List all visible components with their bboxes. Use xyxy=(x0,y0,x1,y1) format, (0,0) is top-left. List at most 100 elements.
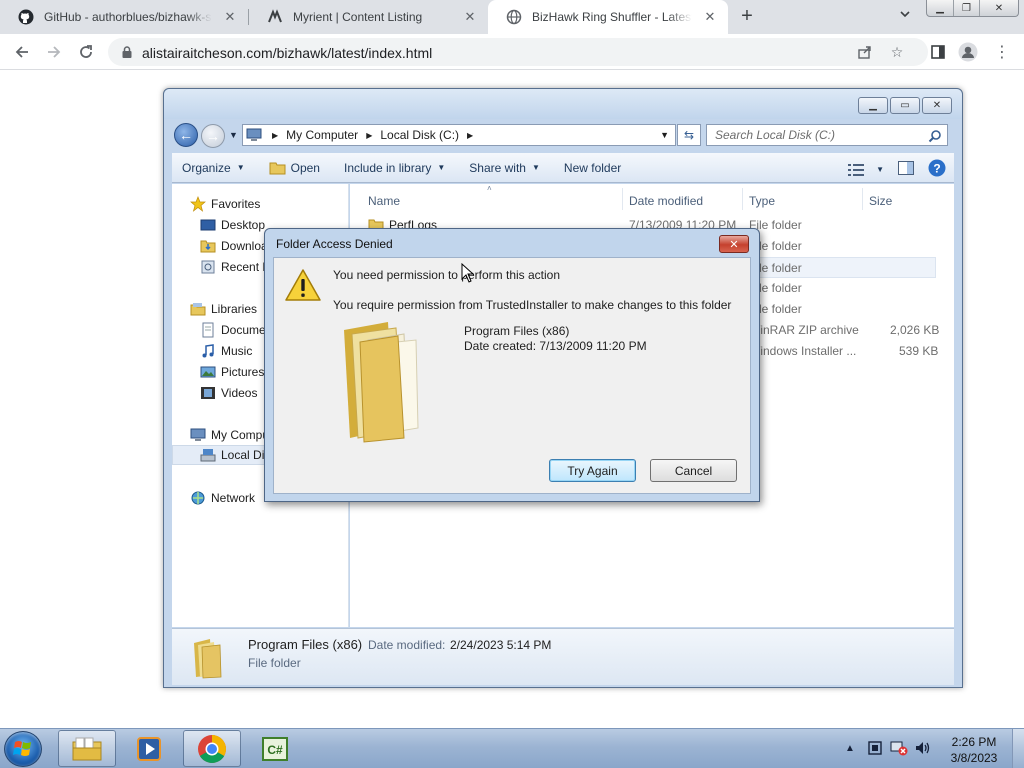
star-icon xyxy=(190,196,206,212)
side-panel-icon[interactable] xyxy=(928,42,948,62)
nav-recent-places[interactable]: Recent Places xyxy=(200,257,266,277)
tab-strip: GitHub - authorblues/bizhawk-shuffler-2 … xyxy=(0,0,1024,34)
globe-icon xyxy=(506,9,522,25)
explorer-titlebar: ▁ ▭ ✕ xyxy=(164,89,962,119)
share-icon[interactable] xyxy=(857,44,873,60)
sort-ascending-icon: ˄ xyxy=(487,184,492,193)
recent-pages-chevron-icon[interactable]: ▼ xyxy=(229,130,238,140)
taskbar: C# ▲ 2:26 PM 3/8/2023 xyxy=(0,728,1024,768)
column-size[interactable]: Size xyxy=(869,190,892,212)
new-folder-button[interactable]: New folder xyxy=(564,161,621,175)
column-type[interactable]: Type xyxy=(749,190,775,212)
close-tab-icon[interactable]: ✕ xyxy=(220,7,240,27)
nav-pictures[interactable]: Pictures xyxy=(200,362,266,382)
network-disconnected-icon[interactable] xyxy=(890,737,908,759)
lock-icon[interactable] xyxy=(120,45,134,59)
computer-icon xyxy=(190,427,206,443)
taskbar-csharp-app[interactable]: C# xyxy=(246,730,304,767)
organize-button[interactable]: Organize ▼ xyxy=(182,161,245,175)
music-icon xyxy=(200,343,216,359)
libraries-icon xyxy=(190,301,206,317)
include-in-library-button[interactable]: Include in library ▼ xyxy=(344,161,445,175)
refresh-icon[interactable]: ⇆ xyxy=(677,124,701,146)
svg-text:C#: C# xyxy=(267,743,283,757)
search-icon[interactable] xyxy=(928,129,942,143)
reload-icon[interactable] xyxy=(76,42,96,62)
view-options-icon[interactable]: ▼ xyxy=(848,163,884,176)
help-icon[interactable]: ? xyxy=(928,159,946,180)
volume-icon[interactable] xyxy=(914,737,932,759)
action-center-flag-icon[interactable] xyxy=(866,737,884,759)
address-bar[interactable]: alistairaitcheson.com/bizhawk/latest/ind… xyxy=(108,38,928,66)
media-player-icon xyxy=(137,736,161,761)
nav-network[interactable]: Network xyxy=(190,488,255,508)
forward-button-icon[interactable]: → xyxy=(201,124,225,148)
explorer-close-icon[interactable]: ✕ xyxy=(922,97,952,114)
menu-dots-icon[interactable]: ⋮ xyxy=(992,42,1012,62)
column-date-modified[interactable]: Date modified xyxy=(629,190,703,212)
taskbar-media-player[interactable] xyxy=(120,730,178,767)
nav-videos[interactable]: Videos xyxy=(200,383,266,403)
breadcrumb-my-computer[interactable]: My Computer xyxy=(286,128,358,142)
nav-documents[interactable]: Documents xyxy=(200,320,266,340)
start-button[interactable] xyxy=(4,731,42,767)
column-name[interactable]: Name xyxy=(368,190,400,212)
restore-icon[interactable]: ❐ xyxy=(954,0,980,16)
try-again-button[interactable]: Try Again xyxy=(549,459,636,482)
taskbar-explorer[interactable] xyxy=(58,730,116,767)
new-tab-button[interactable]: + xyxy=(737,6,757,27)
nav-favorites[interactable]: Favorites xyxy=(190,194,260,214)
mouse-cursor-icon xyxy=(461,262,475,286)
details-date-label: Date modified: xyxy=(368,638,446,652)
minimize-icon[interactable]: ▁ xyxy=(927,0,954,16)
folder-large-icon xyxy=(190,637,224,682)
tab-title: GitHub - authorblues/bizhawk-shuffler-2 xyxy=(44,10,212,24)
share-with-button[interactable]: Share with ▼ xyxy=(469,161,540,175)
nav-libraries[interactable]: Libraries xyxy=(190,299,257,319)
back-arrow-icon[interactable] xyxy=(12,42,32,62)
url-text: alistairaitcheson.com/bizhawk/latest/ind… xyxy=(142,45,433,61)
network-icon xyxy=(190,490,206,506)
forward-arrow-icon[interactable] xyxy=(44,42,64,62)
nav-desktop[interactable]: Desktop xyxy=(200,215,266,235)
explorer-address-bar[interactable]: ▶ My Computer ▶ Local Disk (C:) ▶ ▼ xyxy=(242,124,676,146)
bookmark-star-icon[interactable]: ☆ xyxy=(889,44,905,60)
svg-text:?: ? xyxy=(933,162,940,176)
address-dropdown-icon[interactable]: ▼ xyxy=(660,130,669,140)
profile-avatar-icon[interactable] xyxy=(958,42,978,62)
tab-search-chevron-icon[interactable] xyxy=(896,8,914,26)
local-disk-icon xyxy=(200,447,216,463)
tab-bizhawk[interactable]: BizHawk Ring Shuffler - Latest Build ✕ xyxy=(488,0,728,34)
nav-my-computer[interactable]: My Computer xyxy=(190,425,266,445)
computer-icon xyxy=(246,127,264,143)
explorer-search-box[interactable]: Search Local Disk (C:) xyxy=(706,124,948,146)
tab-myrient[interactable]: Myrient | Content Listing ✕ xyxy=(249,0,488,34)
back-button-icon[interactable]: ← xyxy=(174,123,198,147)
folder-open-icon xyxy=(269,161,287,175)
nav-local-disk[interactable]: Local Disk (C:) xyxy=(172,445,266,465)
cancel-button[interactable]: Cancel xyxy=(650,459,737,482)
show-desktop-button[interactable] xyxy=(1012,729,1024,768)
nav-downloads[interactable]: Downloads xyxy=(200,236,266,256)
open-button[interactable]: Open xyxy=(269,161,320,175)
nav-music[interactable]: Music xyxy=(200,341,266,361)
myrient-icon xyxy=(267,9,283,25)
taskbar-chrome[interactable] xyxy=(183,730,241,767)
explorer-minimize-icon[interactable]: ▁ xyxy=(858,97,888,114)
breadcrumb-local-disk[interactable]: Local Disk (C:) xyxy=(380,128,459,142)
dialog-folder-name: Program Files (x86) xyxy=(464,324,570,338)
close-window-icon[interactable]: ✕ xyxy=(980,0,1018,16)
details-type: File folder xyxy=(248,656,301,670)
folder-large-icon xyxy=(338,320,424,447)
explorer-maximize-icon[interactable]: ▭ xyxy=(890,97,920,114)
show-hidden-icons-chevron-icon[interactable]: ▲ xyxy=(844,737,856,759)
close-tab-icon[interactable]: ✕ xyxy=(700,7,720,27)
taskbar-clock[interactable]: 2:26 PM 3/8/2023 xyxy=(944,734,1004,766)
preview-pane-icon[interactable] xyxy=(898,161,914,178)
command-bar: Organize ▼ Open Include in library ▼ Share… xyxy=(172,153,954,183)
close-tab-icon[interactable]: ✕ xyxy=(460,7,480,27)
clock-time: 2:26 PM xyxy=(951,735,997,749)
tab-github[interactable]: GitHub - authorblues/bizhawk-shuffler-2 … xyxy=(0,0,248,34)
dialog-close-icon[interactable]: ✕ xyxy=(719,235,749,253)
details-date-value: 2/24/2023 5:14 PM xyxy=(450,638,552,652)
